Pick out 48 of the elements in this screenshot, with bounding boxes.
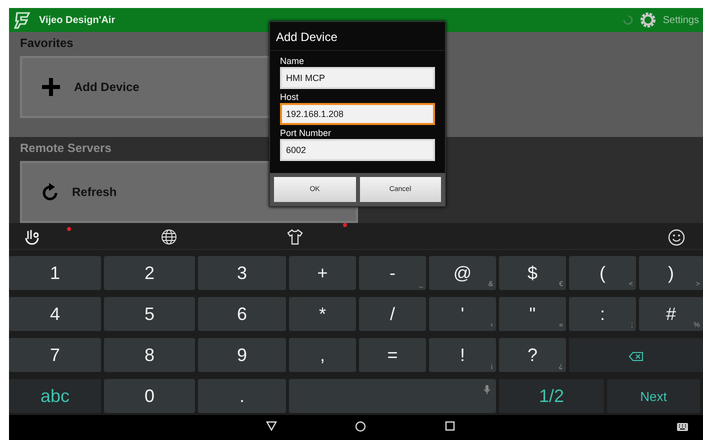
keyboard-key[interactable]: 0 xyxy=(104,379,195,413)
plus-icon xyxy=(42,78,60,96)
keyboard-key[interactable]: . xyxy=(198,379,286,413)
backspace-icon xyxy=(629,352,643,360)
globe-icon[interactable] xyxy=(161,229,177,245)
keyboard-key[interactable]: 8 xyxy=(104,338,195,372)
keyboard-key[interactable]: 4 xyxy=(9,297,101,331)
emoji-icon[interactable] xyxy=(668,229,685,246)
section-title: Favorites xyxy=(20,36,74,50)
input-field[interactable]: HMI MCP xyxy=(280,67,435,89)
keyboard-key[interactable]: Next xyxy=(607,379,700,413)
keyboard-key[interactable]: 1/2 xyxy=(499,379,604,413)
home-icon[interactable] xyxy=(355,421,366,432)
input-field[interactable]: 6002 xyxy=(280,139,435,161)
field-label: Port Number xyxy=(280,128,332,138)
keyboard-key[interactable]: 3 xyxy=(198,256,286,290)
section-title: Remote Servers xyxy=(20,141,112,155)
keyboard-key[interactable]: 5 xyxy=(104,297,195,331)
refresh-icon xyxy=(42,183,58,201)
keyboard-key[interactable]: * xyxy=(289,297,356,331)
app-name: Vijeo Design'Air xyxy=(39,14,116,26)
keyboard-key[interactable]: 1 xyxy=(9,256,101,290)
keyboard-key[interactable]: 6 xyxy=(198,297,286,331)
keyboard-key[interactable]: abc xyxy=(9,379,101,413)
hand-icon[interactable] xyxy=(24,229,40,245)
keyboard-key[interactable]: + xyxy=(289,256,356,290)
microphone-icon xyxy=(484,385,490,394)
logo-icon xyxy=(13,10,33,30)
spinner-icon xyxy=(622,15,633,25)
field-label: Name xyxy=(280,56,306,66)
shirt-icon[interactable] xyxy=(287,229,303,245)
card-label: Refresh xyxy=(72,185,117,199)
keyboard-key[interactable]: , xyxy=(289,338,356,372)
notification-dot xyxy=(67,227,71,231)
keyboard-key[interactable]: 2 xyxy=(104,256,195,290)
notification-dot xyxy=(343,223,347,227)
back-icon[interactable] xyxy=(266,421,277,431)
field-label: Host xyxy=(280,92,300,102)
keyboard-key[interactable]: 9 xyxy=(198,338,286,372)
keyboard-key[interactable]: / xyxy=(359,297,426,331)
keyboard-icon[interactable] xyxy=(677,423,688,431)
keyboard-key[interactable]: = xyxy=(359,338,426,372)
card-label: Add Device xyxy=(74,80,140,94)
input-field[interactable]: 192.168.1.208 xyxy=(280,103,435,125)
dialog-title: Add Device xyxy=(270,22,445,51)
recents-icon[interactable] xyxy=(445,421,455,431)
keyboard-key[interactable]: 7 xyxy=(9,338,101,372)
settings-icon[interactable] xyxy=(638,11,657,29)
